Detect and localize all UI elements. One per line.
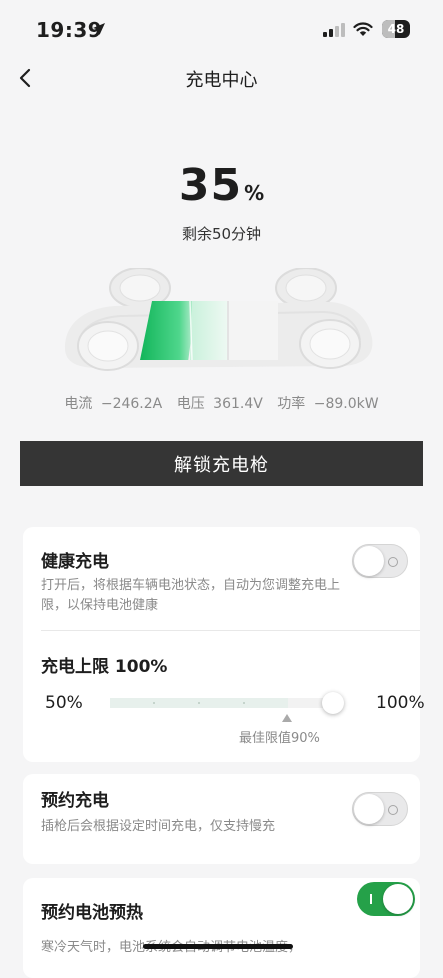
charge-percent-value: 35 [178,160,243,211]
battery-preheat-title: 预约电池预热 [41,903,143,923]
current-label: 电流 [64,396,93,412]
car-battery-illustration [65,268,373,371]
home-indicator [143,944,293,949]
toggle-knob [383,884,413,914]
best-limit-label: 最佳限值90% [239,731,320,746]
toggle-off-icon [388,805,398,815]
scheduled-charging-card: 预约充电 插枪后会根据设定时间充电，仅支持慢充 [23,774,420,864]
scheduled-charging-title: 预约充电 [41,791,109,811]
health-charging-title: 健康充电 [41,552,109,572]
remaining-time: 剩余50分钟 [181,225,262,243]
power-label: 功率 [277,396,306,412]
scheduled-charging-description: 插枪后会根据设定时间充电，仅支持慢充 [41,819,276,834]
slider-tick [243,702,245,704]
toggle-knob [354,794,384,824]
slider-max-label: 100% [376,693,425,713]
page-title: 充电中心 [185,70,258,91]
unlock-charging-gun-button[interactable]: 解锁充电枪 [20,441,423,486]
best-limit-marker-icon [282,714,292,722]
slider-tick [198,702,200,704]
power-value: −89.0kW [313,396,379,412]
slider-min-label: 50% [45,693,83,713]
health-charging-toggle[interactable] [352,544,408,578]
slider-tick [153,702,155,704]
status-bar: 19:39 48 [0,0,443,60]
charge-percent-unit: % [244,181,265,205]
voltage-label: 电压 [176,396,205,412]
battery-preheat-toggle[interactable] [357,882,415,916]
location-arrow-icon [93,23,105,35]
toggle-off-icon [388,557,398,567]
divider [41,630,420,631]
charging-metrics: 电流 −246.2A 电压 361.4V 功率 −89.0kW [0,393,443,413]
charge-limit-title: 充电上限 100% [41,657,168,677]
charge-limit-slider-thumb[interactable] [322,692,344,714]
scheduled-charging-toggle[interactable] [352,792,408,826]
toggle-knob [354,546,384,576]
charge-percent: 35% [0,160,443,211]
charge-limit-slider-track[interactable] [110,698,333,708]
toggle-on-icon [370,894,372,904]
wifi-icon [353,22,373,36]
battery-preheat-card: 预约电池预热 寒冷天气时，电池系统会自动调节电池温度， [23,878,420,978]
health-charging-description: 打开后，将根据车辆电池状态，自动为您调整充电上限，以保持电池健康 [41,578,341,613]
battery-level-label: 48 [387,22,405,36]
voltage-value: 361.4V [213,396,263,412]
battery-icon: 48 [382,20,410,38]
health-charging-card: 健康充电 打开后，将根据车辆电池状态，自动为您调整充电上限，以保持电池健康 充电… [23,527,425,762]
cellular-signal-icon [323,23,345,37]
current-value: −246.2A [100,396,163,412]
